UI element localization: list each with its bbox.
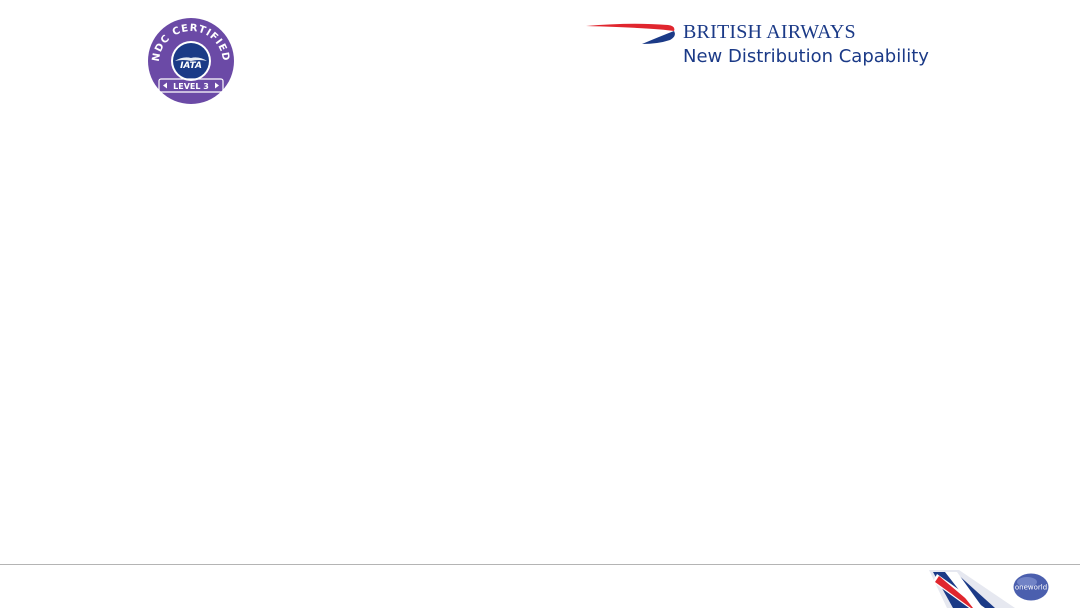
brand-subtitle: New Distribution Capability xyxy=(683,46,929,67)
badge-org: IATA xyxy=(180,61,202,71)
ndc-certified-badge: NDC CERTIFIED IATA LEVEL 3 xyxy=(148,18,234,104)
footer-divider xyxy=(0,564,1080,565)
oneworld-text: oneworld xyxy=(1015,584,1047,592)
brand-name: BRITISH AIRWAYS xyxy=(683,21,856,43)
speedmarque-icon xyxy=(586,23,675,44)
oneworld-logo: oneworld xyxy=(1013,573,1049,601)
ba-tailfin-icon xyxy=(929,570,1015,608)
slide-content-area xyxy=(0,115,1080,564)
british-airways-logo: BRITISH AIRWAYS New Distribution Capabil… xyxy=(586,20,936,72)
badge-level: LEVEL 3 xyxy=(173,82,209,91)
